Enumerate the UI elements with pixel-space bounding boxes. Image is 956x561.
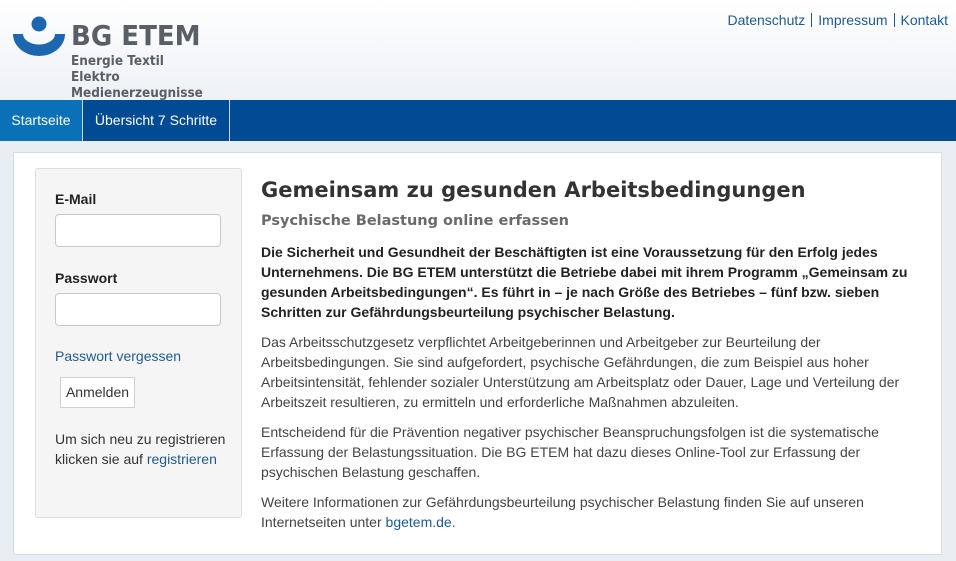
nav-item-overview[interactable]: Übersicht 7 Schritte [83, 100, 229, 141]
page-header: BG ETEM Energie Textil Elektro Medienerz… [0, 0, 956, 101]
email-label: E-Mail [55, 191, 97, 207]
main-navigation: Startseite Übersicht 7 Schritte [0, 100, 956, 141]
brand-subtitle-line1: Energie Textil Elektro [71, 54, 164, 85]
nav-item-home[interactable]: Startseite [0, 100, 82, 141]
bgetem-link[interactable]: bgetem.de [386, 514, 452, 530]
more-info-end: . [451, 514, 456, 530]
main-article: Gemeinsam zu gesunden Arbeitsbedingungen… [261, 177, 921, 532]
password-field[interactable] [55, 293, 221, 326]
content-panel: E-Mail Passwort Passwort vergessen Anmel… [13, 152, 942, 555]
contact-link[interactable]: Kontakt [895, 12, 948, 28]
login-box: E-Mail Passwort Passwort vergessen Anmel… [35, 168, 242, 518]
nav-divider [229, 100, 230, 141]
password-label: Passwort [55, 270, 118, 286]
paragraph-legal: Das Arbeitsschutzgesetz verpflichtet Arb… [261, 334, 900, 410]
bg-etem-logo-mark-icon [13, 16, 65, 56]
bg-etem-logo[interactable]: BG ETEM Energie Textil Elektro Medienerz… [12, 16, 222, 101]
paragraph-prevention: Entscheidend für die Prävention negative… [261, 424, 879, 480]
email-field[interactable] [55, 214, 221, 247]
register-link[interactable]: registrieren [147, 451, 217, 467]
page-title: Gemeinsam zu gesunden Arbeitsbedingungen [261, 178, 806, 202]
brand-title: BG ETEM [71, 19, 201, 52]
brand-subtitle: Energie Textil Elektro Medienerzeugnisse [71, 54, 211, 102]
login-button[interactable]: Anmelden [60, 377, 135, 408]
top-links: Datenschutz Impressum Kontakt [721, 11, 948, 29]
paragraph-more-info: Weitere Informationen zur Gefährdungsbeu… [261, 492, 921, 532]
page-subtitle: Psychische Belastung online erfassen [261, 213, 569, 229]
imprint-link[interactable]: Impressum [812, 12, 893, 28]
more-info-text: Weitere Informationen zur Gefährdungsbeu… [261, 494, 864, 530]
register-hint: Um sich neu zu registrieren klicken sie … [55, 429, 230, 469]
lead-paragraph: Die Sicherheit und Gesundheit der Beschä… [261, 244, 908, 320]
privacy-link[interactable]: Datenschutz [721, 12, 811, 28]
forgot-password-link[interactable]: Passwort vergessen [55, 348, 181, 364]
